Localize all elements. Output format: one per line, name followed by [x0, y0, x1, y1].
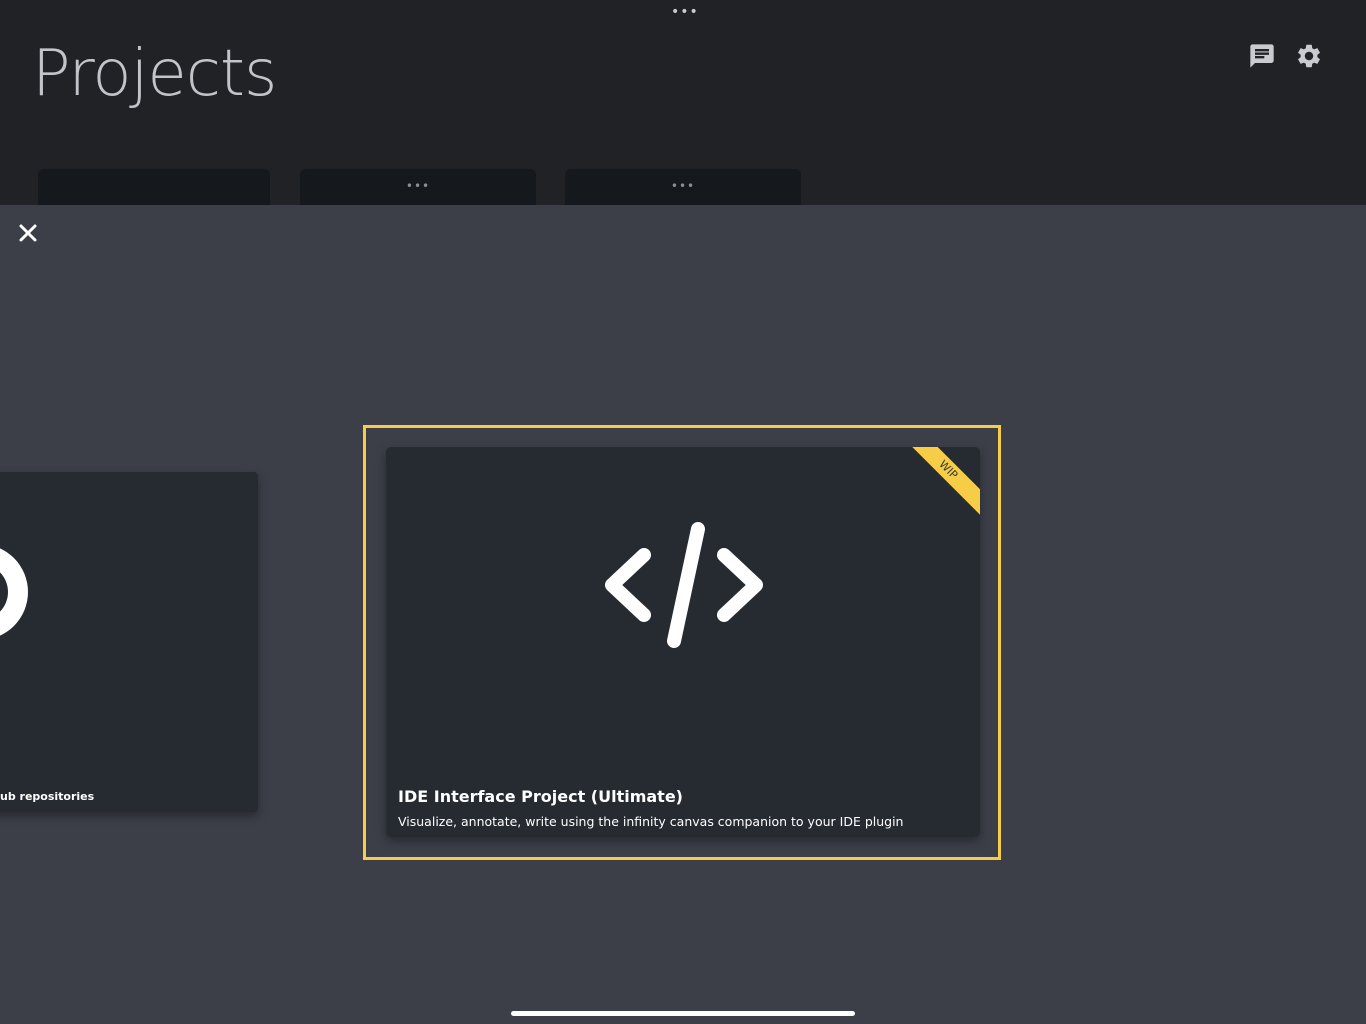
project-tab-dots: ••• — [405, 179, 431, 193]
card-title: IDE Interface Project (Ultimate) — [398, 787, 683, 806]
github-project-card[interactable]: ub repositories — [0, 472, 258, 812]
gear-icon[interactable] — [1295, 42, 1323, 70]
project-tab-2[interactable]: ••• — [300, 169, 536, 205]
header-bar: ••• Projects ••• ••• — [0, 0, 1366, 205]
window-menu-dots[interactable]: ••• — [671, 4, 698, 20]
github-icon — [0, 548, 28, 636]
home-indicator[interactable] — [511, 1011, 855, 1016]
project-tab-dots: ••• — [670, 179, 696, 193]
github-card-caption: ub repositories — [0, 790, 95, 803]
project-tab-1[interactable] — [38, 169, 270, 205]
page-title: Projects — [32, 37, 277, 111]
chat-icon[interactable] — [1248, 42, 1276, 70]
close-icon[interactable] — [16, 221, 40, 245]
card-description: Visualize, annotate, write using the inf… — [398, 814, 904, 829]
ide-project-card[interactable]: WIP IDE Interface Project (Ultimate) Vis… — [386, 447, 980, 837]
code-icon — [605, 522, 763, 648]
project-tab-3[interactable]: ••• — [565, 169, 801, 205]
wip-badge: WIP — [899, 447, 980, 519]
